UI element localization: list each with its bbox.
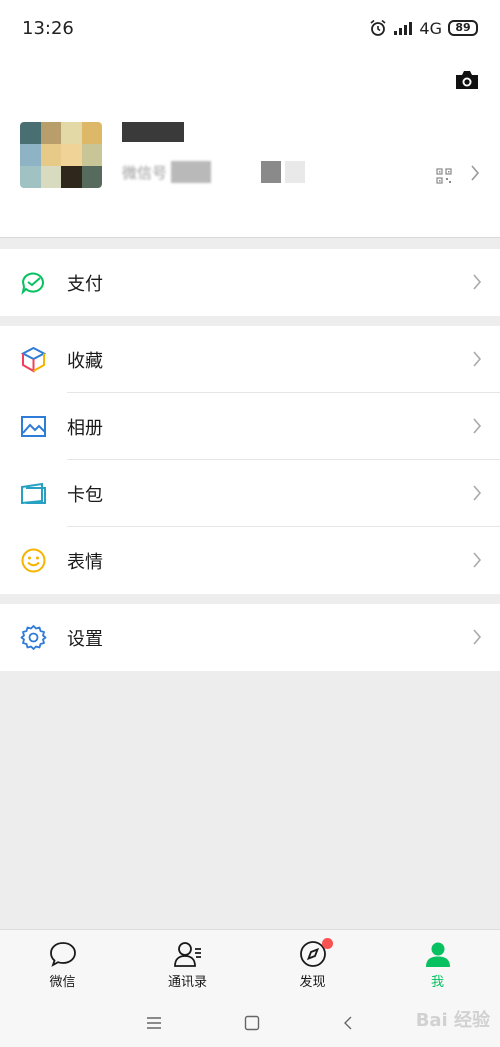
menu-item-label: 相册 — [67, 417, 103, 439]
menu-item-label: 收藏 — [67, 350, 103, 372]
pay-group: 支付 — [0, 249, 500, 316]
person-icon — [425, 942, 450, 967]
cube-icon — [20, 346, 47, 373]
battery-level: 89 — [455, 21, 471, 34]
menu-item-pay[interactable]: 支付 — [0, 249, 500, 316]
avatar[interactable] — [20, 122, 102, 188]
camera-icon[interactable] — [454, 69, 480, 91]
wechat-id: 微信号 — [122, 160, 306, 184]
chevron-right-icon — [473, 629, 482, 645]
tab-label: 发现 — [299, 975, 326, 990]
notification-badge — [322, 938, 333, 949]
tab-chats[interactable]: 微信 — [0, 930, 125, 999]
wallet-check-icon — [21, 272, 44, 296]
nickname-redacted — [122, 122, 184, 142]
profile-header[interactable]: 微信号 — [0, 56, 500, 238]
picture-icon — [21, 416, 46, 437]
menu-item-settings[interactable]: 设置 — [0, 604, 500, 671]
menu-item-label: 表情 — [67, 551, 103, 573]
battery-icon: 89 — [448, 20, 478, 36]
menu-item-stickers[interactable]: 表情 — [0, 527, 500, 594]
menu-icon[interactable] — [146, 1016, 162, 1030]
chevron-right-icon — [473, 351, 482, 367]
status-bar: 13:26 4G 89 — [0, 0, 500, 56]
wechat-id-label: 微信号 — [122, 163, 168, 182]
content-group: 收藏 相册 卡包 表情 — [0, 326, 500, 594]
tab-contacts[interactable]: 通讯录 — [125, 930, 250, 999]
chevron-right-icon — [473, 274, 482, 290]
network-type: 4G — [419, 18, 442, 38]
tab-label: 我 — [430, 975, 444, 990]
card-wallet-icon — [21, 482, 46, 505]
tab-me[interactable]: 我 — [375, 930, 500, 999]
tab-label: 通讯录 — [167, 975, 207, 990]
chevron-right-icon — [473, 485, 482, 501]
settings-group: 设置 — [0, 604, 500, 671]
wechat-id-redacted-2 — [261, 161, 282, 183]
qr-code-icon[interactable] — [436, 168, 452, 184]
chevron-right-icon — [473, 552, 482, 568]
menu-item-album[interactable]: 相册 — [0, 393, 500, 460]
back-icon[interactable] — [342, 1015, 354, 1031]
gear-icon — [20, 625, 47, 650]
menu-item-label: 支付 — [67, 273, 103, 295]
alarm-icon — [370, 19, 386, 36]
chevron-right-icon — [473, 418, 482, 434]
wechat-id-redacted — [171, 161, 212, 183]
menu-item-cards[interactable]: 卡包 — [0, 460, 500, 527]
screen: 13:26 4G 89 微信号 支付 收藏 相册 卡包 表情 设置 微信 通讯录… — [0, 0, 500, 1047]
wechat-id-redacted-3 — [285, 161, 306, 183]
menu-item-label: 卡包 — [67, 484, 103, 506]
signal-icon — [394, 22, 413, 35]
bottom-tab-bar: 微信 通讯录 发现 我 — [0, 929, 500, 999]
home-icon[interactable] — [244, 1015, 260, 1031]
status-indicators: 4G 89 — [369, 19, 478, 38]
menu-item-label: 设置 — [67, 628, 103, 650]
chevron-right-icon — [471, 165, 480, 181]
status-time: 13:26 — [22, 17, 74, 39]
watermark: Bai 经验 — [415, 1010, 490, 1031]
contacts-icon — [173, 942, 201, 967]
smiley-icon — [21, 548, 46, 573]
menu-item-favorites[interactable]: 收藏 — [0, 326, 500, 393]
tab-discover[interactable]: 发现 — [250, 930, 375, 999]
chat-bubble-icon — [49, 942, 76, 967]
tab-label: 微信 — [49, 975, 76, 990]
